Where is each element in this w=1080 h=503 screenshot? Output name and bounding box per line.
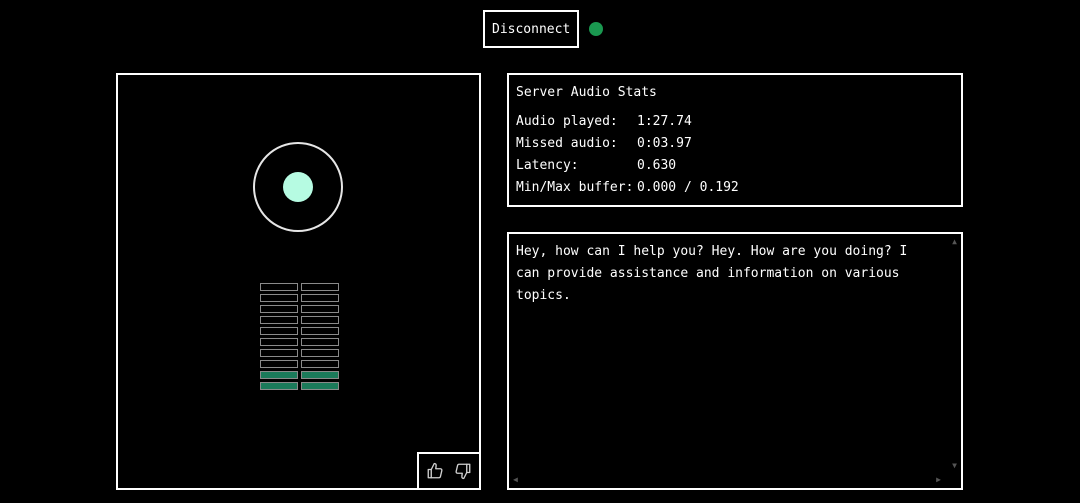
app-root: Disconnect Server Audio Stats Audio play…	[0, 0, 1080, 503]
thumbs-up-icon	[427, 462, 443, 479]
thumbs-up-button[interactable]	[425, 461, 445, 481]
stat-label: Audio played:	[516, 114, 618, 129]
meter-cell	[260, 349, 298, 357]
stat-row-missed-audio: Missed audio: 0:03.97	[516, 133, 954, 155]
meter-cell	[301, 360, 339, 368]
connection-status-indicator	[589, 22, 604, 36]
transcript-text: Hey, how can I help you? Hey. How are yo…	[516, 244, 908, 303]
meter-cell	[260, 382, 298, 390]
scroll-up-arrow-icon[interactable]: ▲	[952, 238, 957, 246]
meter-cell	[260, 316, 298, 324]
thumbs-down-button[interactable]	[453, 461, 473, 481]
meter-cell	[301, 294, 339, 302]
meter-cell	[260, 338, 298, 346]
stat-row-min-max-buffer: Min/Max buffer: 0.000 / 0.192	[516, 177, 954, 199]
scroll-right-arrow-icon[interactable]: ▶	[936, 476, 941, 484]
audio-level-meter	[260, 283, 339, 390]
audio-visualizer-panel	[116, 73, 481, 490]
meter-cell	[301, 382, 339, 390]
meter-cell	[260, 294, 298, 302]
meter-cell	[301, 316, 339, 324]
stat-value: 0.630	[637, 158, 677, 173]
stats-title: Server Audio Stats	[516, 85, 657, 100]
meter-cell	[301, 371, 339, 379]
stat-row-audio-played: Audio played: 1:27.74	[516, 111, 954, 133]
server-audio-stats-panel: Server Audio Stats Audio played: 1:27.74…	[507, 73, 963, 207]
voice-orb	[283, 172, 313, 202]
voice-ring	[253, 142, 343, 232]
meter-cell	[301, 338, 339, 346]
scroll-down-arrow-icon[interactable]: ▼	[952, 462, 957, 470]
stat-value: 0:03.97	[637, 136, 692, 151]
stat-value: 1:27.74	[637, 114, 692, 129]
meter-cell	[301, 349, 339, 357]
meter-cell	[260, 327, 298, 335]
meter-cell	[301, 283, 339, 291]
meter-cell	[260, 305, 298, 313]
meter-cell	[260, 371, 298, 379]
scroll-left-arrow-icon[interactable]: ◀	[513, 476, 518, 484]
feedback-box	[417, 452, 481, 490]
meter-cell	[301, 305, 339, 313]
transcript-textarea[interactable]: Hey, how can I help you? Hey. How are yo…	[507, 232, 963, 490]
disconnect-button[interactable]: Disconnect	[483, 10, 580, 48]
thumbs-down-icon	[455, 463, 471, 480]
meter-cell	[260, 360, 298, 368]
stat-label: Latency:	[516, 158, 579, 173]
meter-cell	[301, 327, 339, 335]
meter-cell	[260, 283, 298, 291]
stat-value: 0.000 / 0.192	[637, 180, 739, 195]
top-bar: Disconnect	[483, 10, 604, 48]
stat-label: Missed audio:	[516, 136, 618, 151]
stat-label: Min/Max buffer:	[516, 180, 634, 195]
stat-row-latency: Latency: 0.630	[516, 155, 954, 177]
